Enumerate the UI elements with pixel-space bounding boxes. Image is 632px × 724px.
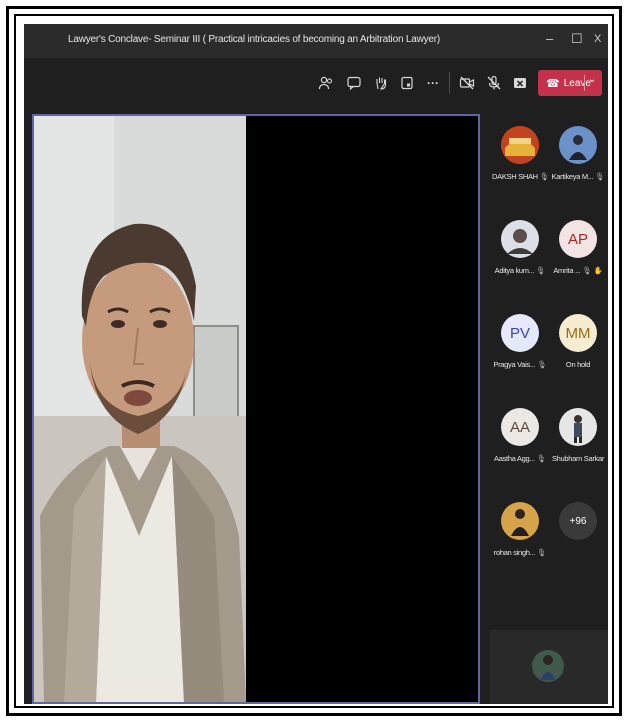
toolbar-divider xyxy=(449,72,450,94)
avatar xyxy=(501,126,539,164)
phone-icon: ☎ xyxy=(546,77,560,90)
meeting-window: Lawyer's Conclave- Seminar III ( Practic… xyxy=(24,24,608,704)
mic-off-icon: 🎙 xyxy=(537,548,547,557)
maximize-button[interactable]: ☐ xyxy=(571,31,583,47)
avatar: AP xyxy=(559,220,597,258)
participant-tile[interactable]: rohan singh... 🎙 xyxy=(492,502,548,557)
avatar: PV xyxy=(501,314,539,352)
raise-hand-icon[interactable] xyxy=(373,75,389,91)
people-icon[interactable] xyxy=(318,75,334,91)
participant-name: Aastha Agg... 🎙 xyxy=(494,454,547,463)
participant-name: Pragya Vais... 🎙 xyxy=(493,360,547,369)
participant-tile[interactable]: PV Pragya Vais... 🎙 xyxy=(492,314,548,369)
speaker-video-image xyxy=(34,116,246,702)
participant-tile[interactable]: DAKSH SHAH 🎙 xyxy=(492,126,550,181)
participant-name: rohan singh... 🎙 xyxy=(493,548,547,557)
participant-name: Kartikeya M... 🎙 xyxy=(551,172,605,181)
camera-off-icon[interactable] xyxy=(459,75,475,91)
avatar xyxy=(559,408,597,446)
mic-off-icon: 🎙 xyxy=(537,360,547,369)
avatar xyxy=(559,126,597,164)
meeting-toolbar: ··· ☎ Leave ⌄ xyxy=(24,58,608,108)
participant-tile[interactable]: AP Amrita ... 🎙 ✋ xyxy=(550,220,606,275)
participant-tile[interactable]: MM On hold xyxy=(550,314,606,369)
speaker-video xyxy=(34,116,246,702)
participant-tile[interactable]: Kartikeya M... 🎙 xyxy=(550,126,606,181)
overflow-count[interactable]: +96 xyxy=(559,502,597,540)
self-view xyxy=(490,630,608,704)
mic-off-icon: 🎙 xyxy=(595,172,605,181)
participant-name: On hold xyxy=(565,360,591,369)
leave-label: Leave xyxy=(563,77,591,89)
participant-tile[interactable]: Aditya kum... 🎙 xyxy=(492,220,548,275)
leave-divider xyxy=(584,75,585,91)
chat-icon[interactable] xyxy=(346,75,362,91)
rooms-icon[interactable] xyxy=(399,75,415,91)
main-video-stage xyxy=(32,114,480,704)
participant-name: Shubham Sarkar xyxy=(551,454,605,463)
leave-button[interactable]: ☎ Leave ⌄ xyxy=(538,70,602,96)
avatar: AA xyxy=(501,408,539,446)
more-icon[interactable]: ··· xyxy=(425,75,441,91)
participant-tile[interactable]: AA Aastha Agg... 🎙 xyxy=(492,408,548,463)
raise-hand-icon: ✋ xyxy=(593,266,603,275)
title-bar: Lawyer's Conclave- Seminar III ( Practic… xyxy=(24,24,608,58)
more-participants-tile[interactable]: +96 xyxy=(550,502,606,540)
participant-name: DAKSH SHAH 🎙 xyxy=(492,172,550,181)
mic-off-icon[interactable] xyxy=(486,75,502,91)
mic-off-icon: 🎙 xyxy=(536,454,547,463)
close-button[interactable]: X xyxy=(594,33,601,45)
participant-name: Aditya kum... 🎙 xyxy=(494,266,546,275)
chevron-down-icon[interactable]: ⌄ xyxy=(588,74,596,85)
avatar: MM xyxy=(559,314,597,352)
window-title: Lawyer's Conclave- Seminar III ( Practic… xyxy=(68,34,441,45)
self-video-image xyxy=(490,630,608,704)
participant-tile[interactable]: Shubham Sarkar xyxy=(550,408,606,463)
participant-name: Amrita ... 🎙 ✋ xyxy=(553,266,603,275)
mic-off-icon: 🎙 xyxy=(536,266,546,275)
share-icon[interactable] xyxy=(512,75,528,91)
participants-panel: DAKSH SHAH 🎙 Kartikeya M... 🎙 Aditya kum..… xyxy=(490,114,608,704)
mic-off-icon: 🎙 xyxy=(539,172,550,181)
avatar xyxy=(501,220,539,258)
minimize-button[interactable]: – xyxy=(546,31,553,46)
avatar xyxy=(501,502,539,540)
mic-off-icon: 🎙 xyxy=(582,266,592,275)
